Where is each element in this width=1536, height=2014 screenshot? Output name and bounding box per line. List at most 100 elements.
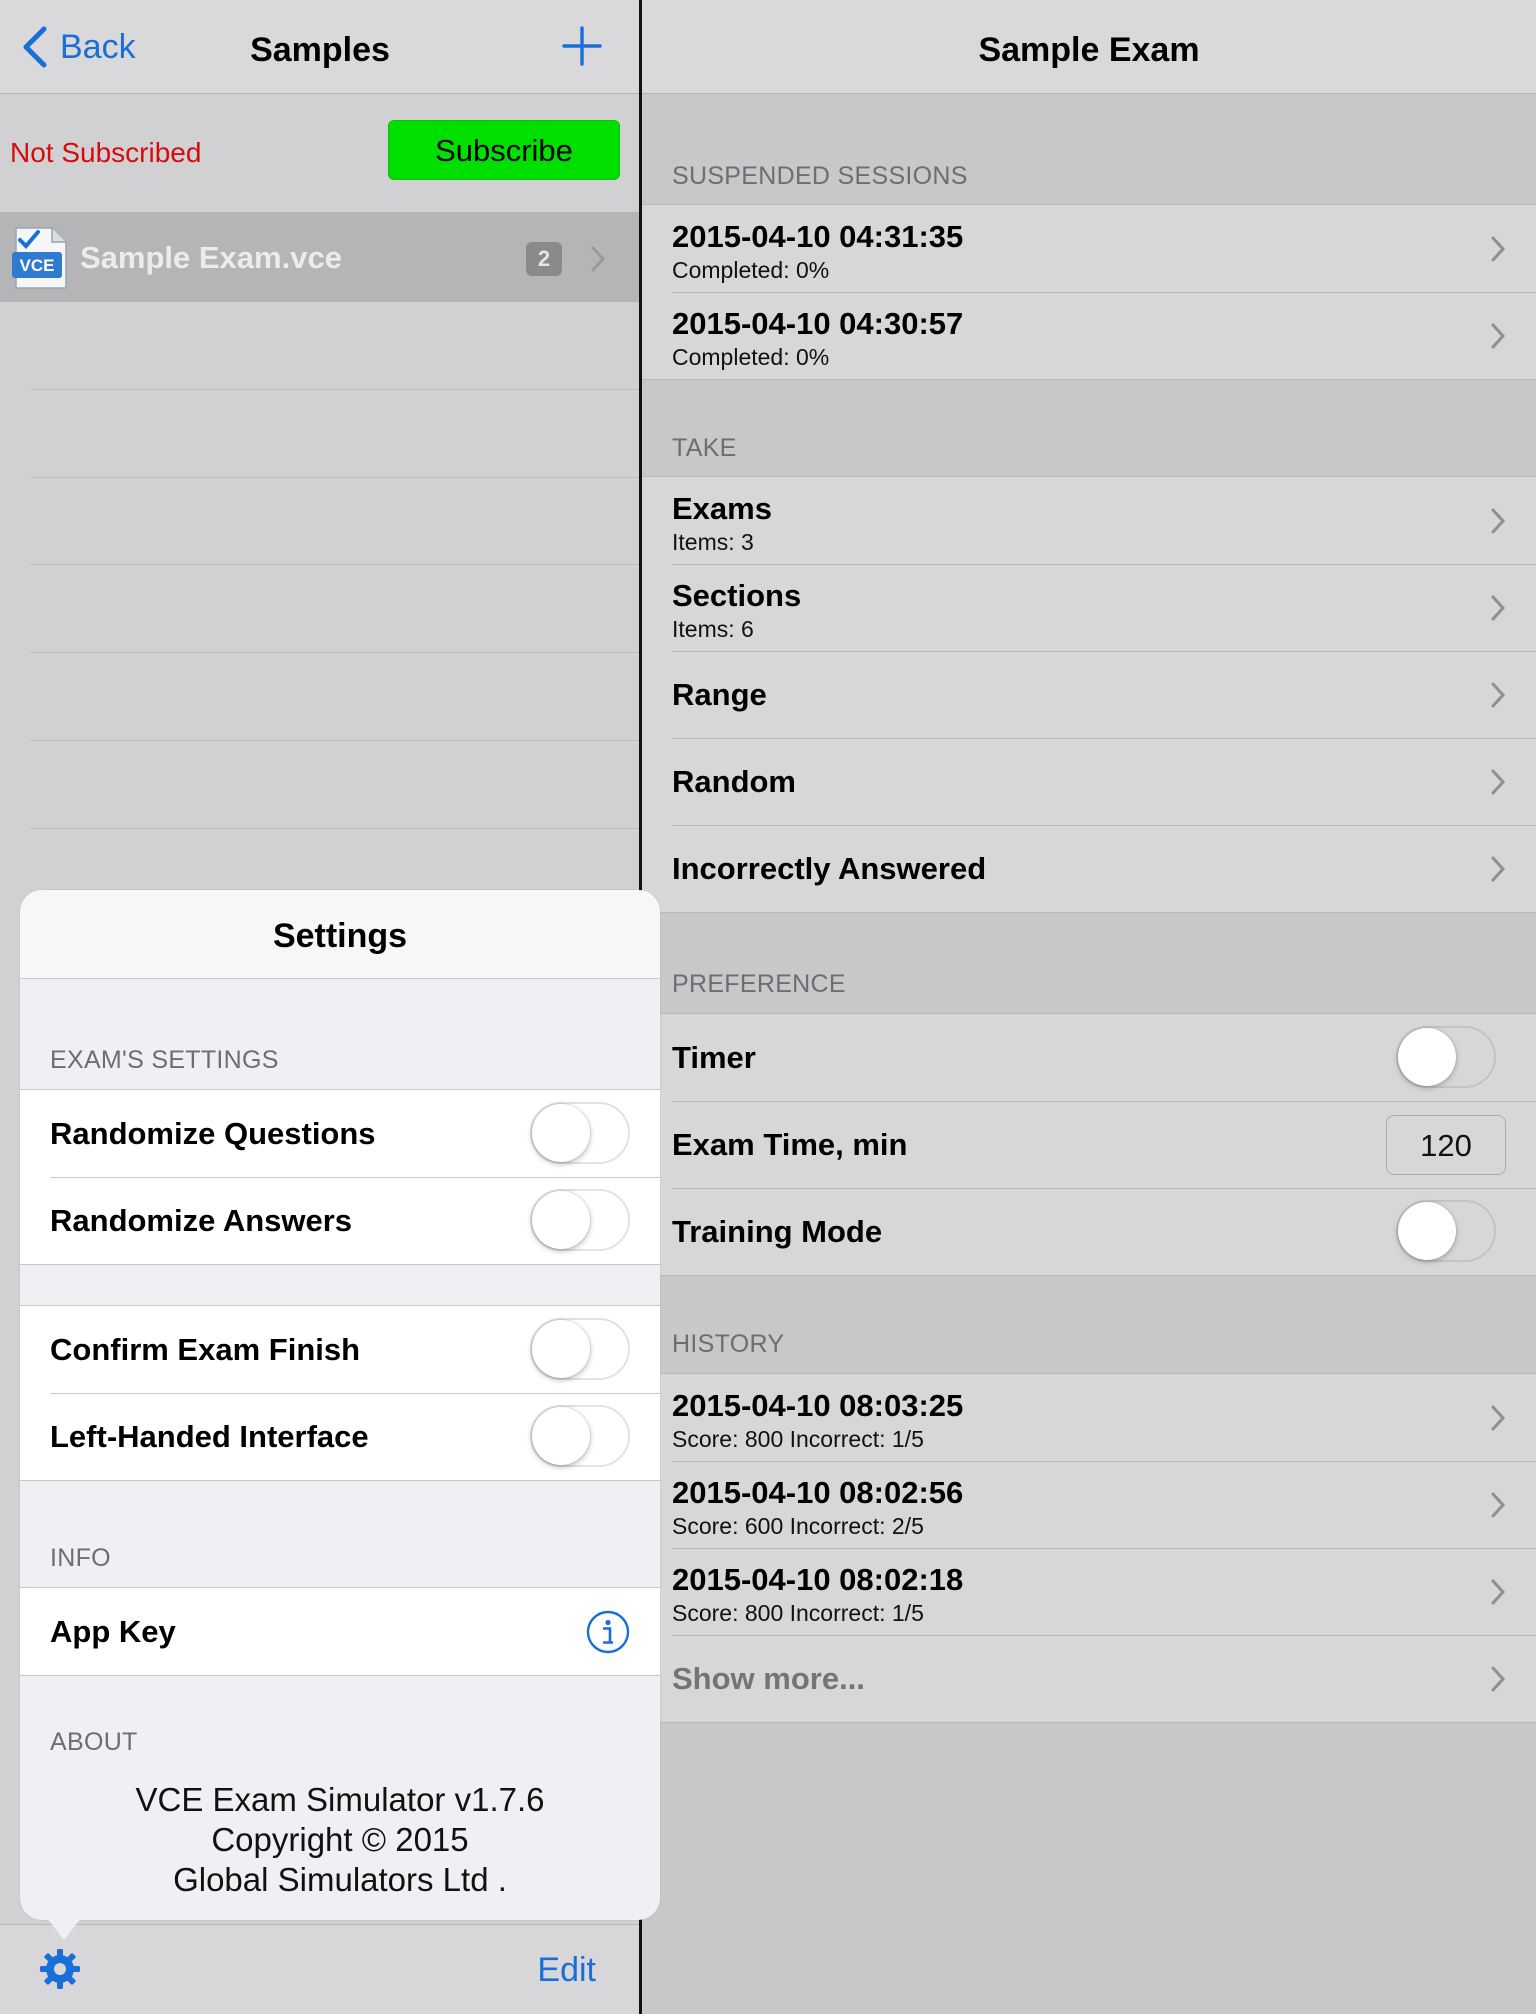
history-row[interactable]: 2015-04-10 08:03:25 Score: 800 Incorrect… xyxy=(642,1374,1536,1461)
info-icon[interactable] xyxy=(586,1610,630,1654)
chevron-right-icon xyxy=(1491,595,1506,621)
left-handed-interface-label: Left-Handed Interface xyxy=(50,1419,369,1454)
take-exams-label: Exams xyxy=(672,491,772,526)
randomize-answers-row: Randomize Answers xyxy=(20,1177,660,1264)
exam-detail-pane: Sample Exam SUSPENDED SESSIONS 2015-04-1… xyxy=(642,0,1536,2014)
section-header-take: TAKE xyxy=(672,434,737,462)
about-company: Global Simulators Ltd . xyxy=(173,1861,507,1898)
info-group: App Key xyxy=(20,1587,660,1676)
history-score: Score: 600 Incorrect: 2/5 xyxy=(672,1513,924,1539)
chevron-right-icon xyxy=(1491,1579,1506,1605)
take-exams-row[interactable]: Exams Items: 3 xyxy=(642,477,1536,564)
toggle-knob xyxy=(532,1407,590,1465)
history-score: Score: 800 Incorrect: 1/5 xyxy=(672,1426,924,1452)
about-app-version: VCE Exam Simulator v1.7.6 xyxy=(135,1781,545,1818)
take-incorrect-row[interactable]: Incorrectly Answered xyxy=(642,825,1536,912)
take-exams-count: Items: 3 xyxy=(672,529,754,555)
suspended-sessions-group: 2015-04-10 04:31:35 Completed: 0% 2015-0… xyxy=(642,204,1536,380)
section-header-history: HISTORY xyxy=(672,1330,785,1358)
timer-toggle[interactable] xyxy=(1396,1026,1496,1088)
randomize-answers-label: Randomize Answers xyxy=(50,1203,353,1238)
popover-arrow xyxy=(42,1912,86,1940)
take-range-row[interactable]: Range xyxy=(642,651,1536,738)
confirm-exam-finish-label: Confirm Exam Finish xyxy=(50,1332,361,1367)
list-separator xyxy=(30,477,640,478)
exam-time-field[interactable]: 120 xyxy=(1386,1115,1506,1175)
history-row[interactable]: 2015-04-10 08:02:18 Score: 800 Incorrect… xyxy=(642,1548,1536,1635)
history-score: Score: 800 Incorrect: 1/5 xyxy=(672,1600,924,1626)
list-separator xyxy=(30,652,640,653)
history-timestamp: 2015-04-10 08:03:25 xyxy=(672,1388,964,1423)
take-group: Exams Items: 3 Sections Items: 6 Range R… xyxy=(642,476,1536,913)
section-header-suspended: SUSPENDED SESSIONS xyxy=(672,162,968,190)
session-timestamp: 2015-04-10 04:31:35 xyxy=(672,219,964,254)
toggle-knob xyxy=(1398,1202,1456,1260)
exam-title: Sample Exam xyxy=(978,31,1200,69)
svg-text:VCE: VCE xyxy=(20,256,55,275)
app-key-row[interactable]: App Key xyxy=(20,1588,660,1675)
exam-settings-group: Randomize Questions Randomize Answers xyxy=(20,1089,660,1265)
left-handed-interface-toggle[interactable] xyxy=(530,1405,630,1467)
exam-time-label: Exam Time, min xyxy=(672,1127,908,1162)
exam-navbar: Sample Exam xyxy=(642,0,1536,94)
section-header-info: INFO xyxy=(50,1544,111,1572)
session-progress: Completed: 0% xyxy=(672,257,830,283)
chevron-right-icon xyxy=(1491,856,1506,882)
list-separator xyxy=(30,828,640,829)
randomize-answers-toggle[interactable] xyxy=(530,1189,630,1251)
subscribe-button[interactable]: Subscribe xyxy=(388,120,620,180)
show-more-row[interactable]: Show more... xyxy=(642,1635,1536,1722)
randomize-questions-row: Randomize Questions xyxy=(20,1090,660,1177)
suspended-session-row[interactable]: 2015-04-10 04:30:57 Completed: 0% xyxy=(642,292,1536,379)
randomize-questions-toggle[interactable] xyxy=(530,1102,630,1164)
show-more-label: Show more... xyxy=(672,1661,865,1696)
bottom-toolbar: Edit xyxy=(0,1924,640,2014)
about-copyright: Copyright © 2015 xyxy=(211,1821,469,1858)
general-settings-group: Confirm Exam Finish Left-Handed Interfac… xyxy=(20,1305,660,1481)
history-row[interactable]: 2015-04-10 08:02:56 Score: 600 Incorrect… xyxy=(642,1461,1536,1548)
edit-button[interactable]: Edit xyxy=(537,1925,596,2014)
plus-icon[interactable] xyxy=(562,26,602,66)
take-random-label: Random xyxy=(672,764,796,799)
samples-title: Samples xyxy=(250,31,390,69)
confirm-exam-finish-toggle[interactable] xyxy=(530,1318,630,1380)
exam-time-row: Exam Time, min 120 xyxy=(642,1101,1536,1188)
gear-icon[interactable] xyxy=(38,1947,82,1991)
chevron-right-icon xyxy=(1491,508,1506,534)
preference-group: Timer Exam Time, min 120 Training Mode xyxy=(642,1013,1536,1276)
list-separator xyxy=(30,740,640,741)
vce-file-icon: VCE xyxy=(12,227,67,289)
chevron-right-icon xyxy=(1491,323,1506,349)
chevron-right-icon xyxy=(1491,1666,1506,1692)
list-separator xyxy=(30,389,640,390)
file-count-badge: 2 xyxy=(526,242,562,276)
samples-navbar: Back Samples xyxy=(0,0,640,94)
confirm-exam-finish-row: Confirm Exam Finish xyxy=(20,1306,660,1393)
section-header-preference: PREFERENCE xyxy=(672,970,846,998)
about-text: VCE Exam Simulator v1.7.6 Copyright © 20… xyxy=(20,1780,660,1900)
timer-label: Timer xyxy=(672,1040,756,1075)
take-incorrect-label: Incorrectly Answered xyxy=(672,851,987,886)
history-timestamp: 2015-04-10 08:02:18 xyxy=(672,1562,964,1597)
file-row-sample-exam[interactable]: VCE Sample Exam.vce 2 xyxy=(0,212,640,302)
list-separator xyxy=(30,564,640,565)
training-mode-toggle[interactable] xyxy=(1396,1200,1496,1262)
chevron-right-icon xyxy=(591,246,606,272)
suspended-session-row[interactable]: 2015-04-10 04:31:35 Completed: 0% xyxy=(642,205,1536,292)
session-timestamp: 2015-04-10 04:30:57 xyxy=(672,306,964,341)
left-handed-interface-row: Left-Handed Interface xyxy=(20,1393,660,1480)
training-mode-row: Training Mode xyxy=(642,1188,1536,1275)
take-range-label: Range xyxy=(672,677,767,712)
settings-popover: Settings EXAM'S SETTINGS Randomize Quest… xyxy=(20,890,660,1920)
chevron-right-icon xyxy=(1491,1492,1506,1518)
take-sections-row[interactable]: Sections Items: 6 xyxy=(642,564,1536,651)
chevron-right-icon xyxy=(1491,236,1506,262)
take-sections-count: Items: 6 xyxy=(672,616,754,642)
training-mode-label: Training Mode xyxy=(672,1214,883,1249)
subscription-row: Not Subscribed Subscribe xyxy=(0,94,640,212)
chevron-right-icon xyxy=(1491,769,1506,795)
subscription-status: Not Subscribed xyxy=(10,137,202,168)
section-header-exam-settings: EXAM'S SETTINGS xyxy=(50,1046,279,1074)
history-timestamp: 2015-04-10 08:02:56 xyxy=(672,1475,964,1510)
take-random-row[interactable]: Random xyxy=(642,738,1536,825)
